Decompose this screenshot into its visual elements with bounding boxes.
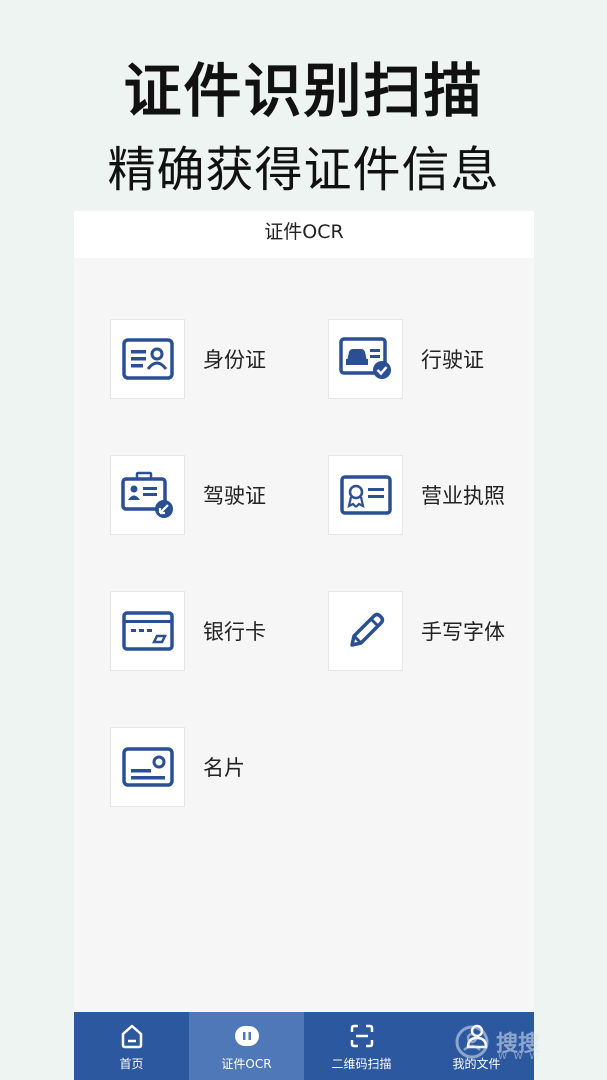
business-license-tile[interactable] bbox=[328, 455, 403, 535]
vehicle-license-option[interactable]: 行驶证 bbox=[328, 319, 484, 399]
tab-home-label: 首页 bbox=[119, 1057, 144, 1071]
vehicle-license-label: 行驶证 bbox=[421, 348, 484, 372]
ocr-icon bbox=[234, 1026, 259, 1046]
tab-ocr[interactable]: 证件OCR bbox=[189, 1012, 304, 1080]
app-header: 证件OCR bbox=[74, 211, 534, 258]
id-card-option[interactable]: 身份证 bbox=[110, 319, 266, 399]
driver-license-icon bbox=[120, 471, 173, 518]
home-icon bbox=[121, 1024, 142, 1049]
watermark: 搜搜 W W W . bbox=[454, 1018, 604, 1066]
bank-card-label: 银行卡 bbox=[203, 620, 266, 644]
business-card-tile[interactable] bbox=[110, 727, 185, 807]
promo-subtitle: 精确获得证件信息 bbox=[107, 142, 500, 198]
business-card-option[interactable]: 名片 bbox=[110, 727, 245, 807]
driver-license-option[interactable]: 驾驶证 bbox=[110, 455, 266, 535]
tab-qr-scan[interactable]: 二维码扫描 bbox=[304, 1012, 419, 1080]
business-card-icon bbox=[121, 747, 174, 787]
bank-card-tile[interactable] bbox=[110, 591, 185, 671]
vehicle-license-icon bbox=[338, 337, 391, 379]
promo-title: 证件识别扫描 bbox=[123, 57, 484, 125]
bank-card-option[interactable]: 银行卡 bbox=[110, 591, 266, 671]
business-license-icon bbox=[339, 475, 392, 515]
page-title: 证件OCR bbox=[264, 221, 344, 243]
watermark-sub: W W W . bbox=[498, 1052, 551, 1062]
id-card-icon bbox=[121, 338, 174, 380]
scan-icon bbox=[350, 1024, 373, 1048]
id-card-tile[interactable] bbox=[110, 319, 185, 399]
id-card-label: 身份证 bbox=[203, 348, 266, 372]
business-card-label: 名片 bbox=[203, 756, 245, 780]
bank-card-icon bbox=[121, 611, 174, 651]
tab-qr-scan-label: 二维码扫描 bbox=[331, 1057, 392, 1071]
handwriting-label: 手写字体 bbox=[421, 620, 505, 644]
vehicle-license-tile[interactable] bbox=[328, 319, 403, 399]
driver-license-label: 驾驶证 bbox=[203, 484, 266, 508]
watermark-logo-icon bbox=[455, 1025, 489, 1059]
phone-screen: 证件OCR 身份证 行驶证 驾驶证 营业执照 银行卡 手写字体 名片 首页 证件… bbox=[74, 211, 534, 1080]
tab-home[interactable]: 首页 bbox=[74, 1012, 189, 1080]
driver-license-tile[interactable] bbox=[110, 455, 185, 535]
business-license-label: 营业执照 bbox=[421, 484, 505, 508]
business-license-option[interactable]: 营业执照 bbox=[328, 455, 505, 535]
pencil-icon bbox=[349, 612, 384, 647]
handwriting-tile[interactable] bbox=[328, 591, 403, 671]
ocr-type-grid: 身份证 行驶证 驾驶证 营业执照 银行卡 手写字体 名片 bbox=[74, 258, 534, 1012]
handwriting-option[interactable]: 手写字体 bbox=[328, 591, 505, 671]
tab-ocr-label: 证件OCR bbox=[221, 1057, 272, 1071]
